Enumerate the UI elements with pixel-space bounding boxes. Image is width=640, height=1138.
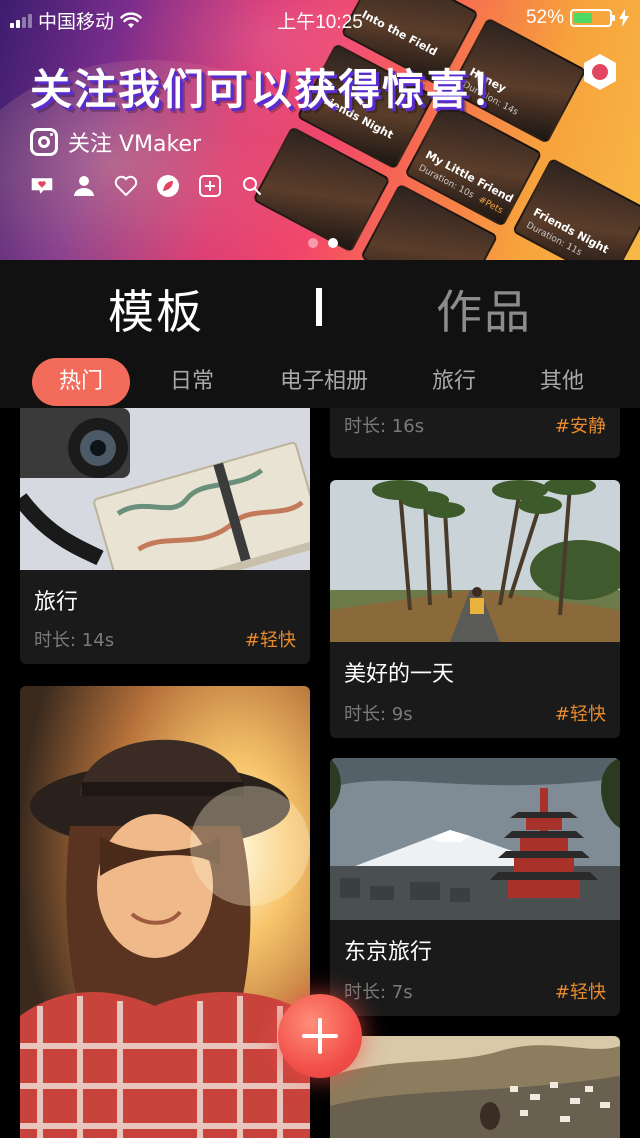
instagram-icon — [30, 128, 58, 156]
template-thumbnail — [20, 686, 310, 1138]
template-thumbnail — [330, 758, 620, 920]
template-duration: 时长: 9s — [344, 704, 413, 725]
category-bar: 热门 日常 电子相册 旅行 其他 — [0, 352, 640, 408]
battery-percent: 52% — [525, 7, 564, 28]
status-bar: 中国移动 上午10:25 52% — [0, 0, 640, 36]
category-travel[interactable]: 旅行 — [414, 358, 494, 406]
gear-icon — [584, 54, 616, 90]
banner-headline: 关注我们可以获得惊喜！ — [30, 65, 515, 114]
plus-icon — [302, 1018, 338, 1054]
template-tag: #轻快 — [554, 704, 606, 725]
banner-pager — [308, 238, 338, 248]
template-card[interactable]: 时长: 16s #安静 — [330, 408, 620, 458]
search-icon[interactable] — [240, 174, 264, 198]
message-heart-icon[interactable] — [30, 174, 54, 198]
leaf-icon[interactable] — [156, 174, 180, 198]
tab-works[interactable]: 作品 — [436, 276, 532, 342]
template-tag: #轻快 — [554, 982, 606, 1003]
promo-banner[interactable]: Into the Field Honey Duration: 14s Frien… — [0, 0, 640, 260]
template-thumbnail — [330, 1036, 620, 1138]
template-card[interactable]: 美好的一天 时长: 9s #轻快 — [330, 480, 620, 738]
template-card[interactable] — [20, 686, 310, 1138]
template-card[interactable] — [330, 1036, 620, 1138]
person-icon[interactable] — [72, 174, 96, 198]
charging-bolt-icon — [619, 9, 629, 27]
template-title: 美好的一天 — [344, 662, 455, 687]
category-daily[interactable]: 日常 — [150, 358, 234, 406]
plus-square-icon[interactable] — [198, 174, 222, 198]
create-button[interactable] — [278, 994, 362, 1078]
template-duration: 时长: 7s — [344, 982, 413, 1003]
social-icon-row — [30, 174, 264, 198]
template-thumbnail — [330, 480, 620, 642]
follow-link[interactable]: 关注 VMaker — [30, 126, 201, 158]
template-tag: #轻快 — [244, 630, 296, 651]
pager-dot[interactable] — [308, 238, 318, 248]
template-title: 旅行 — [34, 590, 79, 615]
category-album[interactable]: 电子相册 — [262, 358, 386, 406]
tab-divider — [316, 288, 322, 326]
template-card[interactable]: 东京旅行 时长: 7s #轻快 — [330, 758, 620, 1016]
follow-text: 关注 VMaker — [68, 132, 202, 157]
pager-dot-active[interactable] — [328, 238, 338, 248]
template-duration: 时长: 14s — [34, 630, 115, 651]
template-thumbnail — [20, 408, 310, 604]
category-hot[interactable]: 热门 — [32, 358, 130, 406]
tab-templates[interactable]: 模板 — [108, 276, 204, 342]
template-duration: 时长: 16s — [344, 416, 425, 437]
template-card[interactable]: 旅行 时长: 14s #轻快 — [20, 408, 310, 664]
template-tag: #安静 — [554, 416, 606, 437]
template-title: 东京旅行 — [344, 940, 433, 965]
heart-icon[interactable] — [114, 174, 138, 198]
category-other[interactable]: 其他 — [520, 358, 604, 406]
battery-icon — [570, 9, 615, 27]
settings-button[interactable] — [578, 50, 622, 94]
